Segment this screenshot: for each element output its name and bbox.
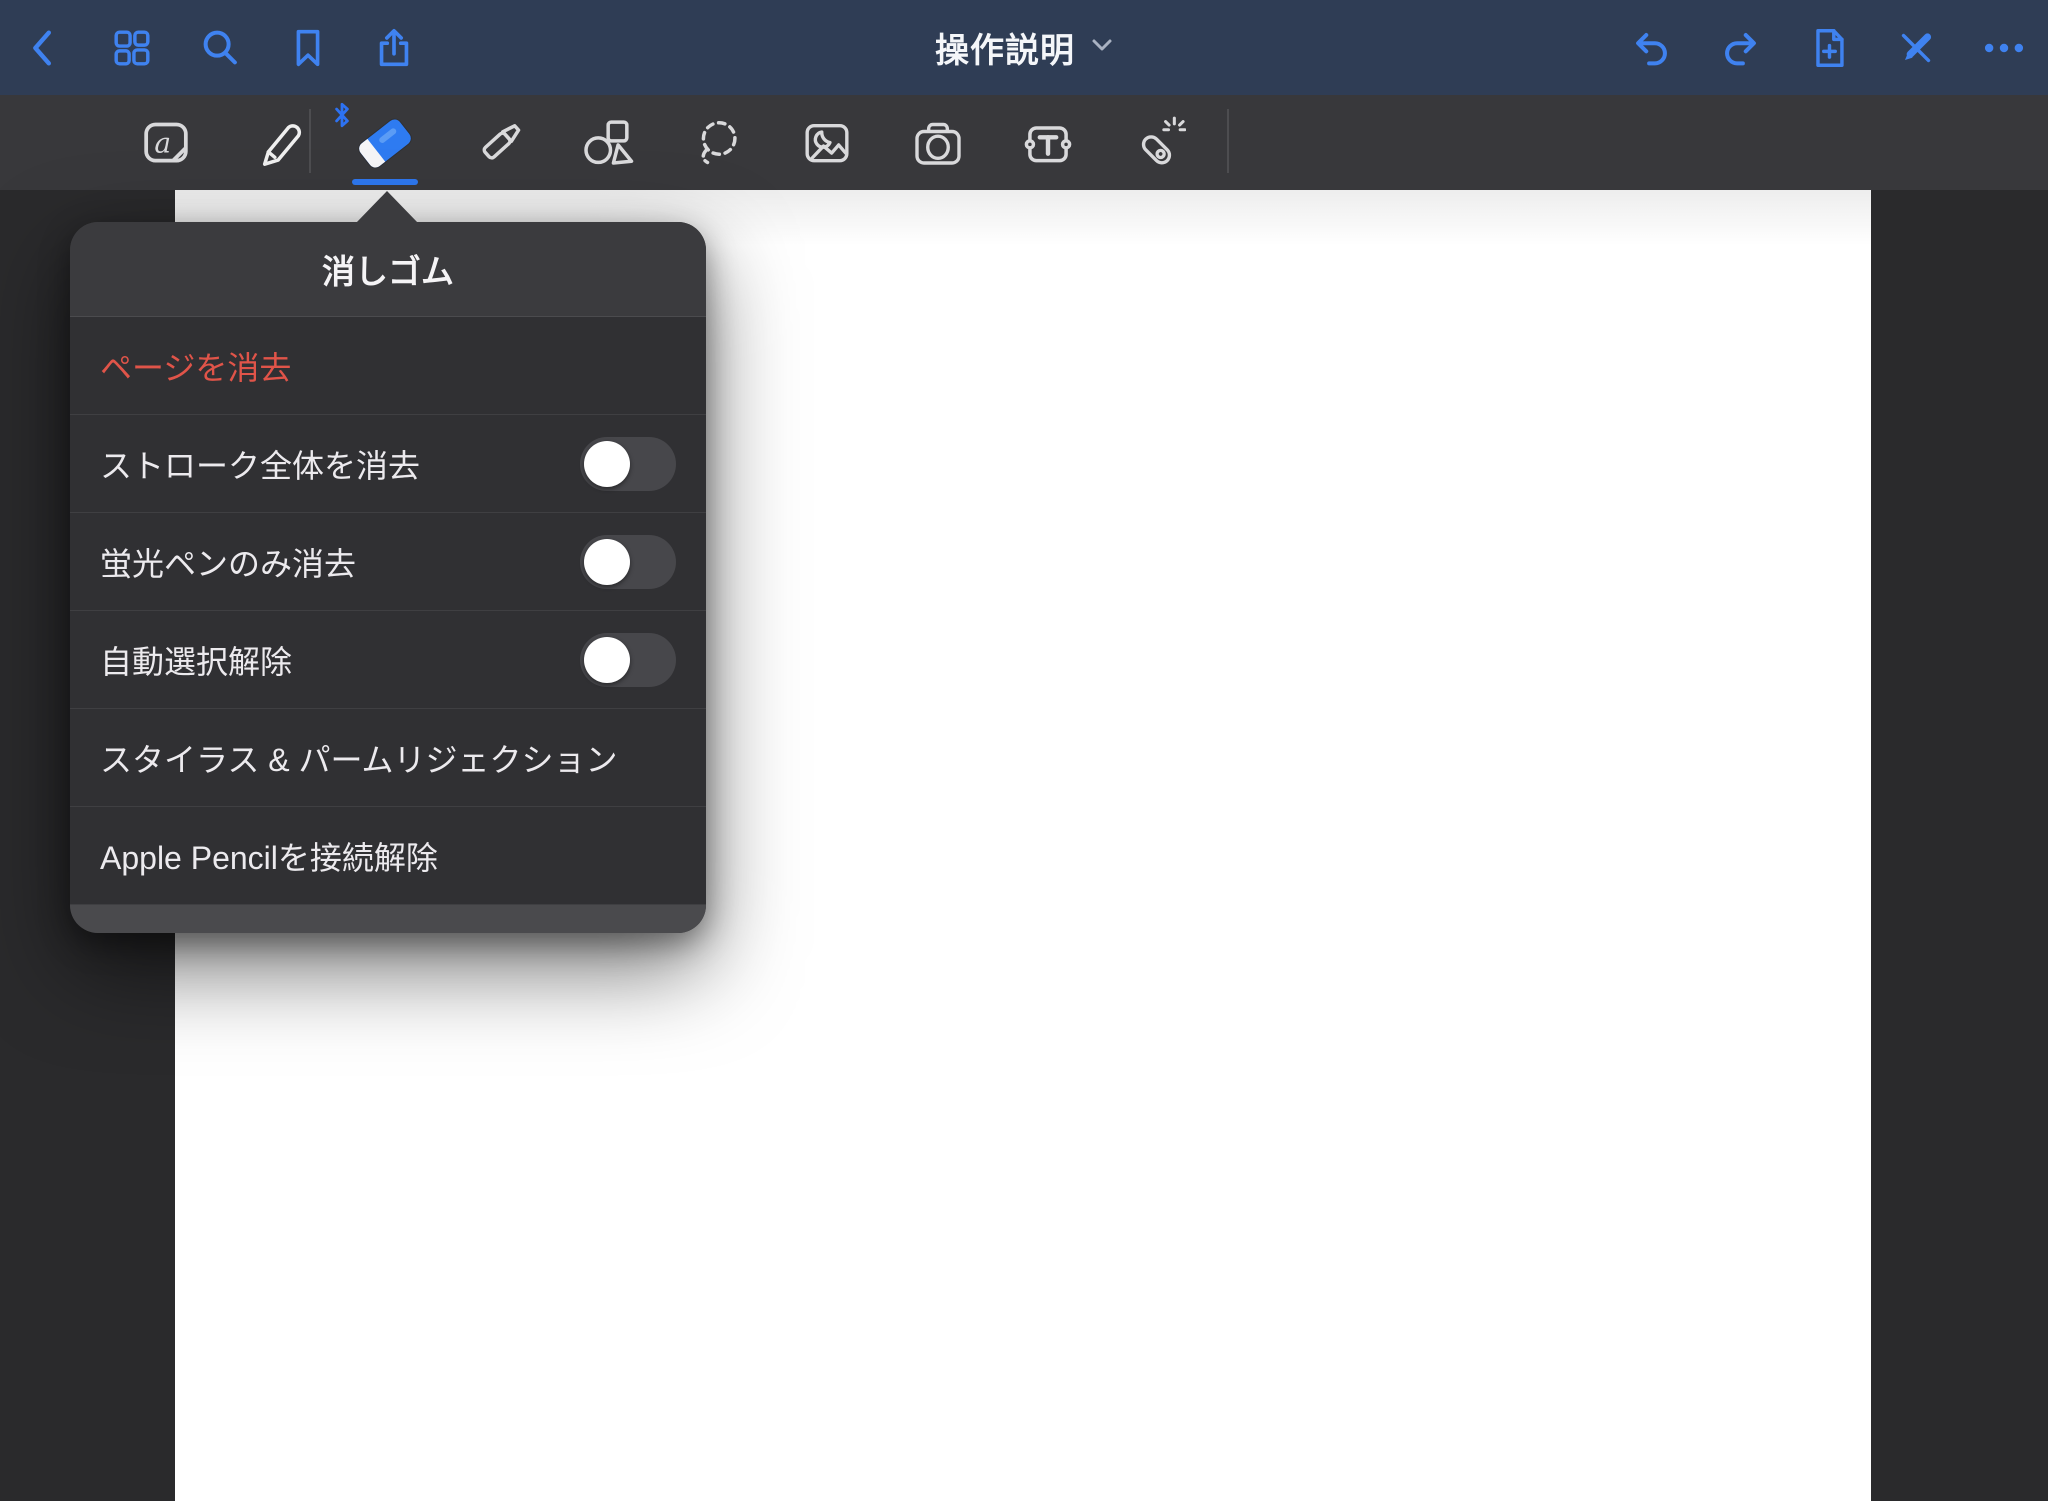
menu-item-label: 自動選択解除 [100, 637, 292, 683]
lasso-icon [690, 114, 746, 173]
menu-item-erase-highlighter-only: 蛍光ペンのみ消去 [70, 513, 706, 611]
tool-lasso[interactable] [688, 105, 748, 181]
share-button[interactable] [370, 24, 418, 72]
top-navigation-bar: 操作説明 [0, 0, 2048, 95]
eraser-shine [378, 127, 397, 144]
menu-item-label: 蛍光ペンのみ消去 [100, 539, 356, 585]
erase-entire-stroke-toggle[interactable] [580, 437, 676, 491]
back-chevron-icon [21, 25, 67, 71]
toolbar-divider [1227, 109, 1229, 173]
tool-laser-pointer[interactable] [1128, 105, 1188, 181]
menu-item-stylus-palm-rejection[interactable]: スタイラス & パームリジェクション [70, 709, 706, 807]
popover-title: 消しゴム [322, 245, 454, 293]
more-options-button[interactable] [1980, 24, 2028, 72]
tool-zoom-window[interactable]: a [136, 105, 196, 181]
tools-toolbar: a [0, 95, 2048, 190]
menu-item-erase-entire-stroke: ストローク全体を消去 [70, 415, 706, 513]
toggle-knob [584, 539, 630, 585]
selected-tool-underline [352, 179, 418, 185]
tool-camera[interactable] [908, 105, 968, 181]
search-icon [197, 25, 243, 71]
camera-icon [910, 114, 966, 173]
popover-footer [70, 905, 706, 933]
bookmark-icon [285, 25, 331, 71]
bluetooth-icon [333, 101, 351, 132]
toggle-knob [584, 441, 630, 487]
menu-item-clear-page[interactable]: ページを消去 [70, 317, 706, 415]
menu-item-disconnect-apple-pencil[interactable]: Apple Pencilを接続解除 [70, 807, 706, 905]
tool-eraser[interactable] [355, 105, 415, 181]
undo-button[interactable] [1628, 24, 1676, 72]
eraser-settings-popover: 消しゴム ページを消去 ストローク全体を消去 蛍光ペンのみ消去 自動選択解除 ス… [70, 222, 706, 933]
page-thumbnails-button[interactable] [108, 24, 156, 72]
tool-image[interactable] [797, 105, 857, 181]
image-icon [799, 114, 855, 173]
grid-icon [109, 25, 155, 71]
menu-item-label: スタイラス & パームリジェクション [100, 735, 618, 781]
tool-pen[interactable] [251, 105, 311, 181]
chevron-down-icon [1091, 38, 1113, 57]
svg-text:a: a [154, 126, 171, 159]
app-window: 操作説明 [0, 0, 2048, 1501]
redo-icon [1717, 25, 1763, 71]
redo-button[interactable] [1716, 24, 1764, 72]
zoom-window-icon: a [138, 114, 194, 173]
pen-crossed-icon [1893, 25, 1939, 71]
toggle-knob [584, 637, 630, 683]
bookmark-button[interactable] [284, 24, 332, 72]
add-page-button[interactable] [1805, 24, 1853, 72]
ellipsis-icon [1981, 25, 2027, 71]
document-title: 操作説明 [935, 23, 1075, 72]
menu-item-auto-deselect: 自動選択解除 [70, 611, 706, 709]
auto-deselect-toggle[interactable] [580, 633, 676, 687]
readonly-mode-button[interactable] [1892, 24, 1940, 72]
menu-item-label: Apple Pencilを接続解除 [100, 833, 438, 879]
text-box-icon [1020, 114, 1076, 173]
erase-highlighter-only-toggle[interactable] [580, 535, 676, 589]
tool-highlighter[interactable] [471, 105, 531, 181]
shapes-icon [579, 114, 635, 173]
menu-item-label: ページを消去 [100, 343, 291, 389]
pen-icon [253, 114, 309, 173]
tool-shapes[interactable] [577, 105, 637, 181]
back-button[interactable] [20, 24, 68, 72]
search-button[interactable] [196, 24, 244, 72]
menu-item-label: ストローク全体を消去 [100, 441, 420, 487]
highlighter-icon [473, 114, 529, 173]
popover-header: 消しゴム [70, 222, 706, 317]
add-page-icon [1806, 25, 1852, 71]
share-icon [371, 25, 417, 71]
document-title-button[interactable]: 操作説明 [935, 0, 1113, 95]
undo-icon [1629, 25, 1675, 71]
eraser-icon [356, 116, 413, 170]
tool-text[interactable] [1018, 105, 1078, 181]
laser-pointer-icon [1130, 114, 1186, 173]
